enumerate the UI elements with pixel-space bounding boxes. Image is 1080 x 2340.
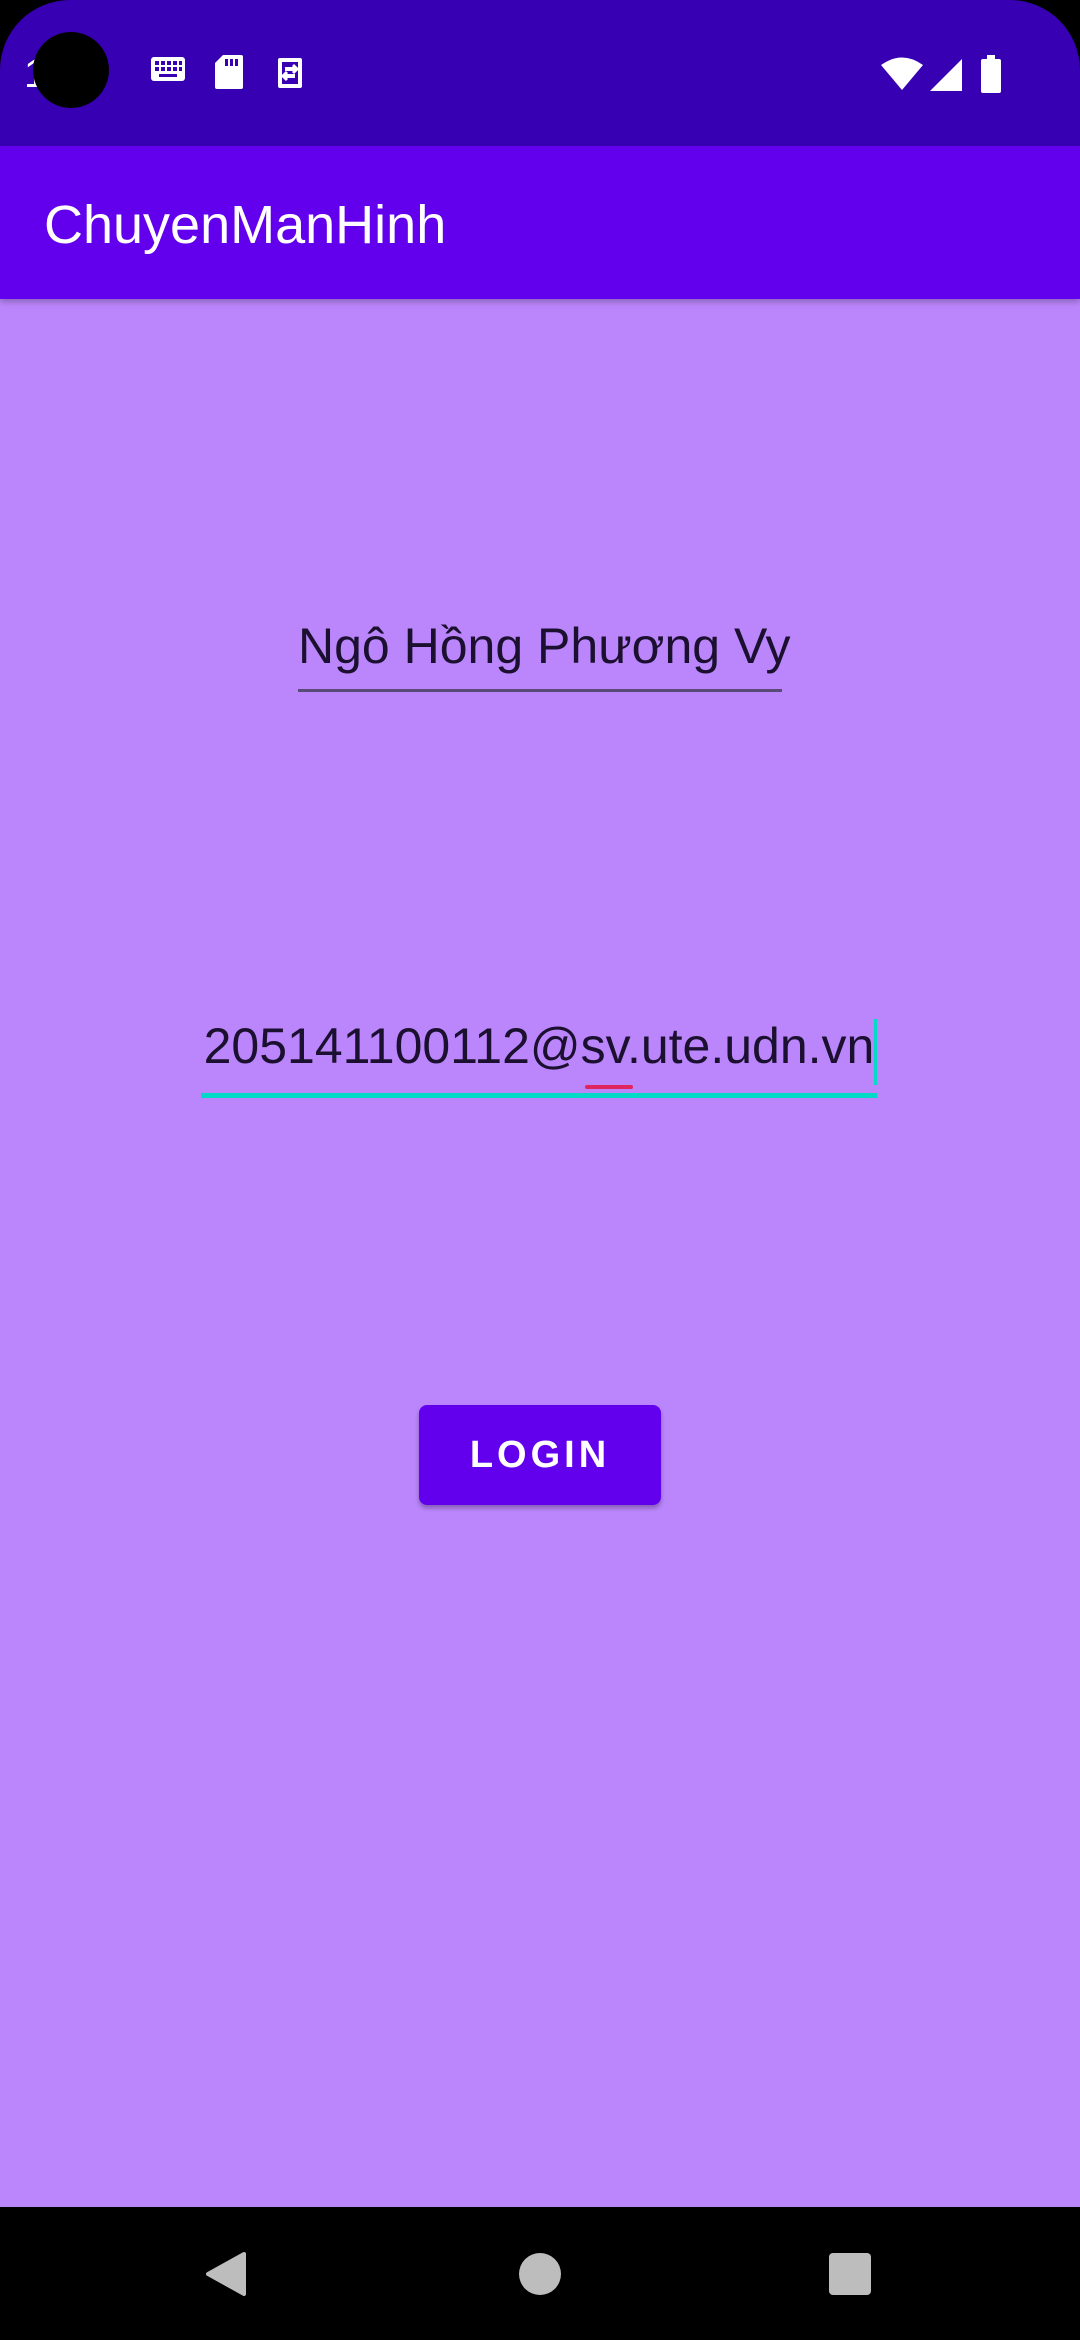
status-bar: 1 7 xyxy=(0,0,1080,146)
battery-icon xyxy=(980,54,1002,99)
navigation-bar xyxy=(0,2207,1080,2340)
main-content: Ngô Hồng Phương Vy 205141100112@sv.ute.u… xyxy=(0,299,1080,2207)
login-button-label: LOGIN xyxy=(469,1433,611,1476)
email-input-value: 205141100112@sv.ute.udn.vn xyxy=(203,1018,875,1074)
home-button[interactable] xyxy=(460,2207,620,2340)
home-icon xyxy=(519,2252,561,2295)
sd-card-icon xyxy=(214,54,244,95)
camera-cutout xyxy=(33,32,109,108)
keyboard-icon xyxy=(150,56,186,89)
wifi-icon xyxy=(880,56,924,97)
app-bar: ChuyenManHinh xyxy=(0,146,1080,299)
recents-icon xyxy=(829,2252,871,2295)
app-title: ChuyenManHinh xyxy=(44,195,447,255)
text-cursor xyxy=(874,1019,877,1085)
login-button[interactable]: LOGIN xyxy=(419,1405,661,1505)
back-icon xyxy=(206,2251,246,2296)
email-input[interactable]: 205141100112@sv.ute.udn.vn xyxy=(201,1017,877,1098)
name-input[interactable]: Ngô Hồng Phương Vy xyxy=(298,617,790,692)
app-screen: 1 7 xyxy=(0,0,1080,2340)
name-input-value: Ngô Hồng Phương Vy xyxy=(298,618,791,674)
signal-icon xyxy=(928,58,964,97)
spellcheck-underline xyxy=(585,1085,633,1089)
sync-icon xyxy=(274,54,306,97)
recents-button[interactable] xyxy=(770,2207,930,2340)
back-button[interactable] xyxy=(146,2207,306,2340)
